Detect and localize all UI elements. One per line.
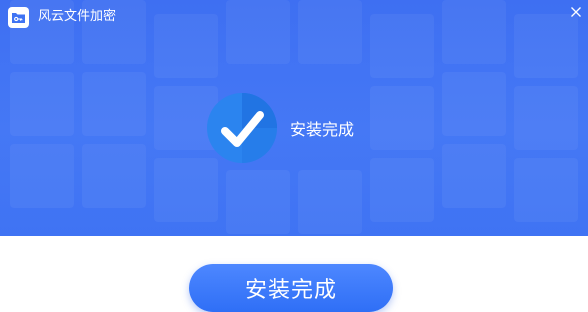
install-status-text: 安装完成 bbox=[290, 120, 355, 139]
hero-banner: 风云文件加密 安装完成 bbox=[0, 0, 588, 236]
background-tile-pattern bbox=[0, 0, 588, 236]
app-logo-icon bbox=[8, 7, 29, 28]
check-circle-icon bbox=[207, 93, 277, 163]
close-button[interactable] bbox=[564, 0, 588, 24]
finish-install-button[interactable]: 安装完成 bbox=[189, 264, 393, 312]
installer-window: 风云文件加密 安装完成 安装完成 bbox=[0, 0, 588, 312]
title-bar: 风云文件加密 bbox=[0, 0, 588, 34]
close-icon[interactable] bbox=[570, 6, 582, 18]
finish-button-label: 安装完成 bbox=[244, 278, 337, 303]
window-title: 风云文件加密 bbox=[38, 9, 117, 24]
